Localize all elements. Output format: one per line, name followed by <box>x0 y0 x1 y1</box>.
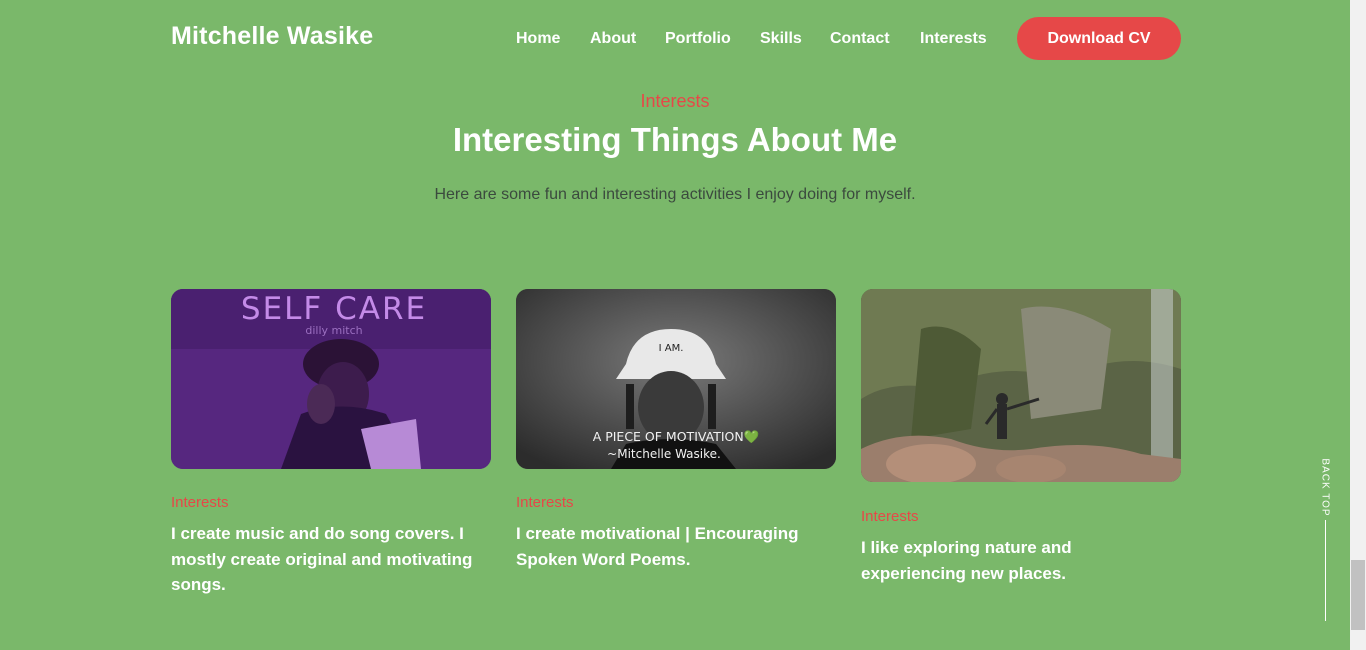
card-tag: Interests <box>861 508 919 525</box>
poem-caption-sub: ~Mitchelle Wasike. <box>607 447 721 461</box>
music-cover-image[interactable]: SELF CARE dilly mitch <box>171 289 491 469</box>
self-care-subtitle: dilly mitch <box>305 324 362 337</box>
hat-text: I AM. <box>659 343 684 354</box>
card-tag: Interests <box>171 494 229 511</box>
interest-card-poems: I AM. A PIECE OF MOTIVATION💚 ~Mitchelle … <box>516 289 836 572</box>
back-to-top[interactable]: BACK TOP <box>1318 452 1332 622</box>
nature-photo[interactable] <box>861 289 1181 482</box>
card-description: I create music and do song covers. I mos… <box>171 524 473 594</box>
page-scrollbar[interactable] <box>1350 0 1366 650</box>
nav-home[interactable]: Home <box>516 30 560 48</box>
section-eyebrow: Interests <box>640 91 710 111</box>
section-lead: Here are some fun and interesting activi… <box>434 186 916 203</box>
card-description: I like exploring nature and experiencing… <box>861 538 1072 583</box>
scrollbar-thumb[interactable] <box>1351 560 1365 630</box>
card-tag: Interests <box>516 494 574 511</box>
interest-card-nature: Interests I like exploring nature and ex… <box>861 289 1181 586</box>
nav-portfolio[interactable]: Portfolio <box>665 30 731 48</box>
nav-about[interactable]: About <box>590 30 636 48</box>
nav-contact[interactable]: Contact <box>830 30 890 48</box>
nav-skills[interactable]: Skills <box>760 30 802 48</box>
back-top-label: BACK TOP <box>1319 458 1331 517</box>
back-top-line <box>1325 520 1326 621</box>
section-heading: Interesting Things About Me <box>452 121 898 158</box>
poem-caption: A PIECE OF MOTIVATION💚 <box>593 429 760 444</box>
download-cv-button[interactable]: Download CV <box>1017 17 1181 60</box>
self-care-title: SELF CARE <box>241 291 427 327</box>
nav-interests[interactable]: Interests <box>920 30 987 48</box>
card-description: I create motivational | Encouraging Spok… <box>516 524 799 569</box>
interest-card-music: SELF CARE dilly mitch Interests I create… <box>171 289 491 598</box>
site-logo[interactable]: Mitchelle Wasike <box>171 22 373 51</box>
poem-cover-image[interactable]: I AM. A PIECE OF MOTIVATION💚 ~Mitchelle … <box>516 289 836 469</box>
